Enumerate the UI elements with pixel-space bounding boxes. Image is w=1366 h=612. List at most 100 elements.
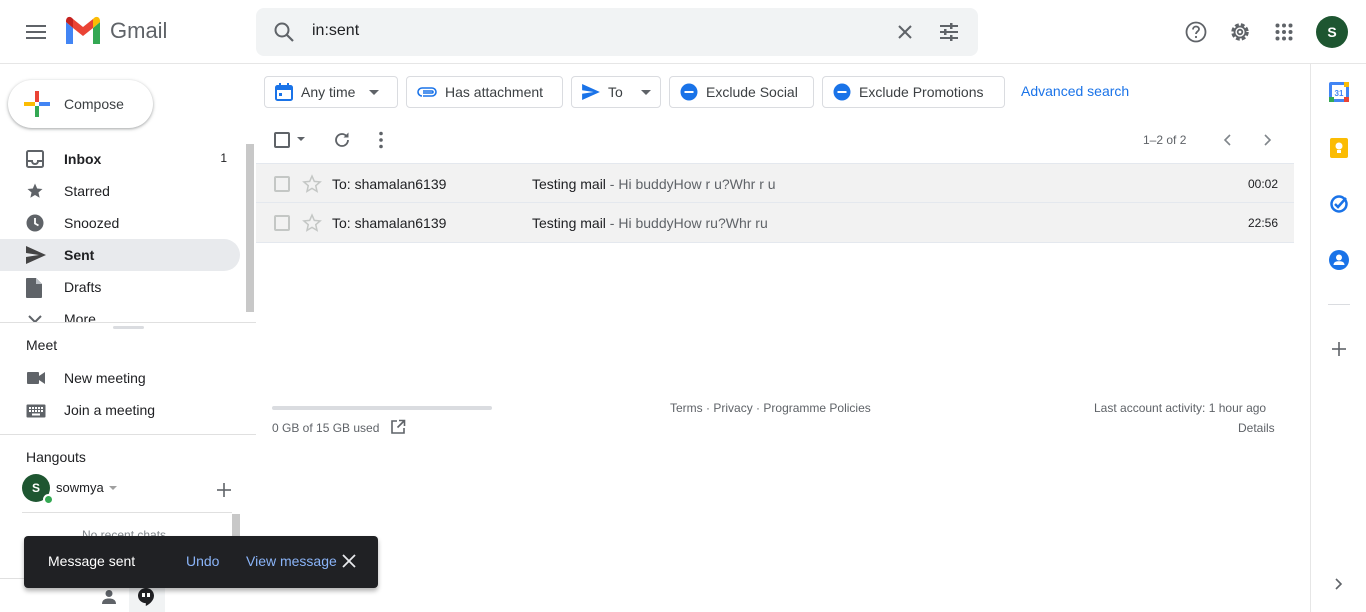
send-icon bbox=[582, 84, 600, 100]
search-input[interactable] bbox=[312, 22, 872, 40]
main-menu-icon bbox=[26, 25, 46, 39]
add-app-icon[interactable] bbox=[1332, 342, 1346, 356]
keep-app-icon[interactable] bbox=[1330, 138, 1348, 158]
nav-item-more[interactable]: More bbox=[0, 303, 240, 323]
message-row[interactable]: To: shamalan6139 Testing mail - Hi buddy… bbox=[256, 163, 1294, 203]
snackbar-message: Message sent bbox=[48, 553, 136, 569]
clear-search-icon[interactable] bbox=[893, 20, 917, 44]
nav-item-label: Drafts bbox=[64, 279, 102, 295]
help-icon bbox=[1185, 21, 1207, 43]
message-recipient: To: shamalan6139 bbox=[332, 176, 447, 192]
exclude-social-filter[interactable]: Exclude Social bbox=[669, 76, 814, 108]
nav-item-label: Starred bbox=[64, 183, 110, 199]
storage-text: 0 GB of 15 GB used bbox=[272, 421, 380, 435]
help-button[interactable] bbox=[1176, 12, 1216, 52]
to-label: To bbox=[608, 84, 623, 100]
chevron-right-icon[interactable] bbox=[1264, 134, 1272, 146]
divider bbox=[22, 512, 232, 513]
person-icon[interactable] bbox=[101, 589, 117, 605]
message-subject: Testing mail - Hi buddyHow r u?Whr r u bbox=[532, 176, 776, 192]
compose-button[interactable]: Compose bbox=[8, 80, 153, 128]
message-snippet: - Hi buddyHow ru?Whr ru bbox=[605, 215, 768, 231]
refresh-icon[interactable] bbox=[332, 130, 352, 150]
row-checkbox[interactable] bbox=[274, 215, 290, 231]
contacts-app-icon[interactable] bbox=[1329, 250, 1349, 270]
message-time: 22:56 bbox=[1247, 216, 1278, 230]
divider bbox=[0, 434, 256, 435]
main-menu-button[interactable] bbox=[16, 12, 56, 52]
more-options-icon[interactable] bbox=[379, 131, 383, 149]
exclude-promotions-label: Exclude Promotions bbox=[859, 84, 984, 100]
chevron-left-icon[interactable] bbox=[1223, 134, 1231, 146]
side-panel: 31 bbox=[1310, 64, 1366, 612]
select-dropdown-icon[interactable] bbox=[297, 137, 305, 141]
any-time-filter[interactable]: Any time bbox=[264, 76, 398, 108]
any-time-label: Any time bbox=[301, 84, 356, 100]
divider bbox=[1328, 304, 1350, 305]
star-outline-icon[interactable] bbox=[302, 213, 322, 233]
message-subject: Testing mail - Hi buddyHow ru?Whr ru bbox=[532, 215, 768, 231]
subject-text: Testing mail bbox=[532, 215, 606, 231]
close-icon[interactable] bbox=[342, 554, 356, 568]
nav-item-drafts[interactable]: Drafts bbox=[0, 271, 240, 303]
star-outline-icon[interactable] bbox=[302, 174, 322, 194]
undo-button[interactable]: Undo bbox=[186, 553, 219, 569]
policies-link[interactable]: Programme Policies bbox=[763, 401, 870, 415]
search-options-icon[interactable] bbox=[937, 20, 961, 44]
select-all-checkbox[interactable] bbox=[274, 132, 290, 148]
gmail-logo[interactable]: Gmail bbox=[64, 16, 167, 46]
plus-colored-icon bbox=[24, 91, 50, 117]
chevron-right-icon[interactable] bbox=[1335, 578, 1343, 590]
nav-item-label: Snoozed bbox=[64, 215, 120, 231]
add-chat-icon[interactable] bbox=[217, 483, 231, 497]
apps-icon bbox=[1275, 23, 1293, 41]
divider bbox=[0, 322, 256, 323]
online-status-dot bbox=[43, 494, 54, 505]
message-time: 00:02 bbox=[1247, 177, 1278, 191]
gmail-m-icon bbox=[64, 16, 102, 46]
new-meeting-label: New meeting bbox=[64, 370, 146, 386]
advanced-search-link[interactable]: Advanced search bbox=[1021, 83, 1129, 99]
search-bar[interactable] bbox=[256, 8, 978, 56]
draft-icon bbox=[26, 278, 42, 298]
new-meeting-button[interactable]: New meeting bbox=[0, 362, 256, 394]
open-in-new-icon[interactable] bbox=[390, 419, 406, 435]
tasks-app-icon[interactable] bbox=[1329, 194, 1349, 214]
compose-label: Compose bbox=[64, 96, 124, 112]
row-checkbox[interactable] bbox=[274, 176, 290, 192]
details-link[interactable]: Details bbox=[1238, 421, 1275, 435]
apps-button[interactable] bbox=[1264, 12, 1304, 52]
message-snippet: - Hi buddyHow r u?Whr r u bbox=[605, 176, 776, 192]
calendar-app-icon[interactable]: 31 bbox=[1329, 82, 1349, 102]
nav-item-label: Inbox bbox=[64, 151, 102, 167]
caret-down-icon bbox=[640, 89, 651, 95]
pagination-text: 1–2 of 2 bbox=[1143, 133, 1187, 147]
nav-item-snoozed[interactable]: Snoozed bbox=[0, 207, 240, 239]
unread-count: 1 bbox=[220, 151, 227, 165]
hangouts-user-name[interactable]: sowmya bbox=[56, 480, 104, 495]
minus-circle-icon bbox=[833, 83, 851, 101]
nav-scrollbar[interactable] bbox=[246, 144, 254, 312]
privacy-link[interactable]: Privacy bbox=[713, 401, 752, 415]
terms-link[interactable]: Terms bbox=[670, 401, 703, 415]
nav-item-inbox[interactable]: Inbox 1 bbox=[0, 143, 240, 175]
settings-button[interactable] bbox=[1220, 12, 1260, 52]
svg-text:31: 31 bbox=[1335, 89, 1344, 98]
video-camera-icon bbox=[27, 372, 45, 384]
nav-item-starred[interactable]: Starred bbox=[0, 175, 240, 207]
storage-usage-bar bbox=[272, 406, 492, 410]
snackbar: Message sent Undo View message bbox=[24, 536, 378, 588]
to-filter[interactable]: To bbox=[571, 76, 661, 108]
join-meeting-button[interactable]: Join a meeting bbox=[0, 394, 256, 426]
account-avatar[interactable]: S bbox=[1316, 16, 1348, 48]
inbox-icon bbox=[26, 150, 44, 168]
has-attachment-filter[interactable]: Has attachment bbox=[406, 76, 563, 108]
star-icon bbox=[26, 182, 44, 200]
message-row[interactable]: To: shamalan6139 Testing mail - Hi buddy… bbox=[256, 203, 1294, 243]
caret-down-icon[interactable] bbox=[109, 486, 117, 490]
resize-handle[interactable] bbox=[113, 326, 144, 329]
view-message-button[interactable]: View message bbox=[246, 553, 337, 569]
nav-item-sent[interactable]: Sent bbox=[0, 239, 240, 271]
search-icon[interactable] bbox=[272, 20, 296, 44]
exclude-promotions-filter[interactable]: Exclude Promotions bbox=[822, 76, 1005, 108]
